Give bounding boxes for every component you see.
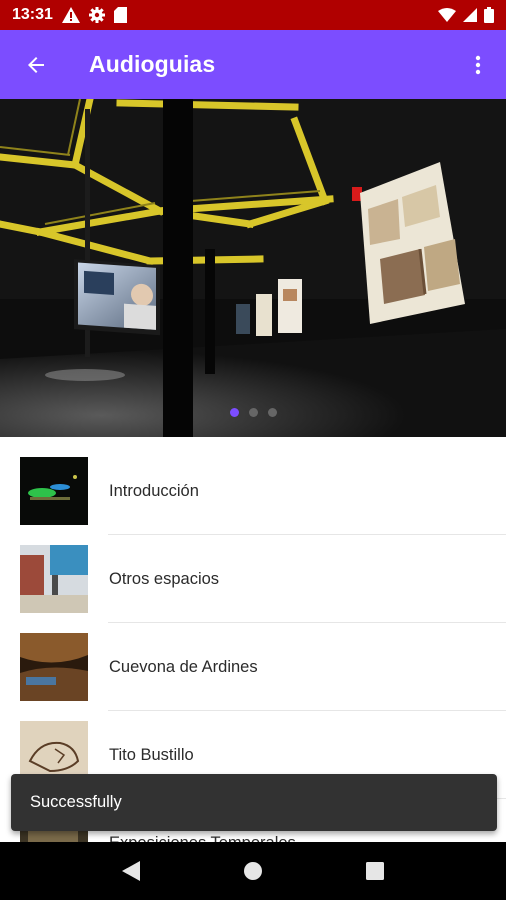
thumbnail-otros-espacios bbox=[20, 545, 88, 613]
back-triangle-icon bbox=[122, 861, 140, 881]
recents-square-icon bbox=[366, 862, 384, 880]
back-button[interactable] bbox=[0, 30, 70, 99]
thumbnail-cuevona-de-ardines bbox=[20, 633, 88, 701]
page-title: Audioguias bbox=[89, 51, 216, 77]
gear-icon bbox=[88, 7, 105, 23]
status-bar: 13:31 bbox=[0, 0, 506, 30]
image-carousel[interactable] bbox=[0, 99, 506, 437]
carousel-image bbox=[0, 99, 506, 437]
status-time: 13:31 bbox=[12, 6, 53, 23]
snackbar: Successfully bbox=[11, 774, 497, 831]
overflow-menu-button[interactable] bbox=[450, 30, 506, 99]
carousel-indicator bbox=[0, 408, 506, 417]
app-bar: Audioguias bbox=[0, 30, 506, 99]
nav-home-button[interactable] bbox=[233, 851, 273, 891]
thumbnail-introduccion bbox=[20, 457, 88, 525]
snackbar-message: Successfully bbox=[30, 793, 122, 811]
nav-recents-button[interactable] bbox=[355, 851, 395, 891]
home-circle-icon bbox=[244, 862, 262, 880]
arrow-back-icon bbox=[28, 56, 44, 73]
list-item-label: Tito Bustillo bbox=[109, 745, 194, 764]
nav-back-button[interactable] bbox=[111, 851, 151, 891]
alert-icon bbox=[61, 7, 80, 23]
list-item-otros-espacios[interactable]: Otros espacios bbox=[0, 535, 506, 623]
signal-icon bbox=[463, 8, 477, 22]
list-item-label: Introducción bbox=[109, 481, 199, 500]
list-item-label: Cuevona de Ardines bbox=[109, 657, 258, 676]
carousel-dot-2[interactable] bbox=[248, 408, 258, 417]
system-nav-bar bbox=[0, 842, 506, 900]
more-vert-icon bbox=[475, 55, 481, 74]
list-item-introduccion[interactable]: Introducción bbox=[0, 447, 506, 535]
list-item-cuevona-de-ardines[interactable]: Cuevona de Ardines bbox=[0, 623, 506, 711]
carousel-dot-3[interactable] bbox=[267, 408, 277, 417]
list-item-label: Otros espacios bbox=[109, 569, 220, 588]
battery-icon bbox=[484, 7, 494, 23]
wifi-icon bbox=[438, 8, 456, 22]
carousel-dot-1[interactable] bbox=[229, 408, 239, 417]
sd-card-icon bbox=[113, 7, 127, 23]
